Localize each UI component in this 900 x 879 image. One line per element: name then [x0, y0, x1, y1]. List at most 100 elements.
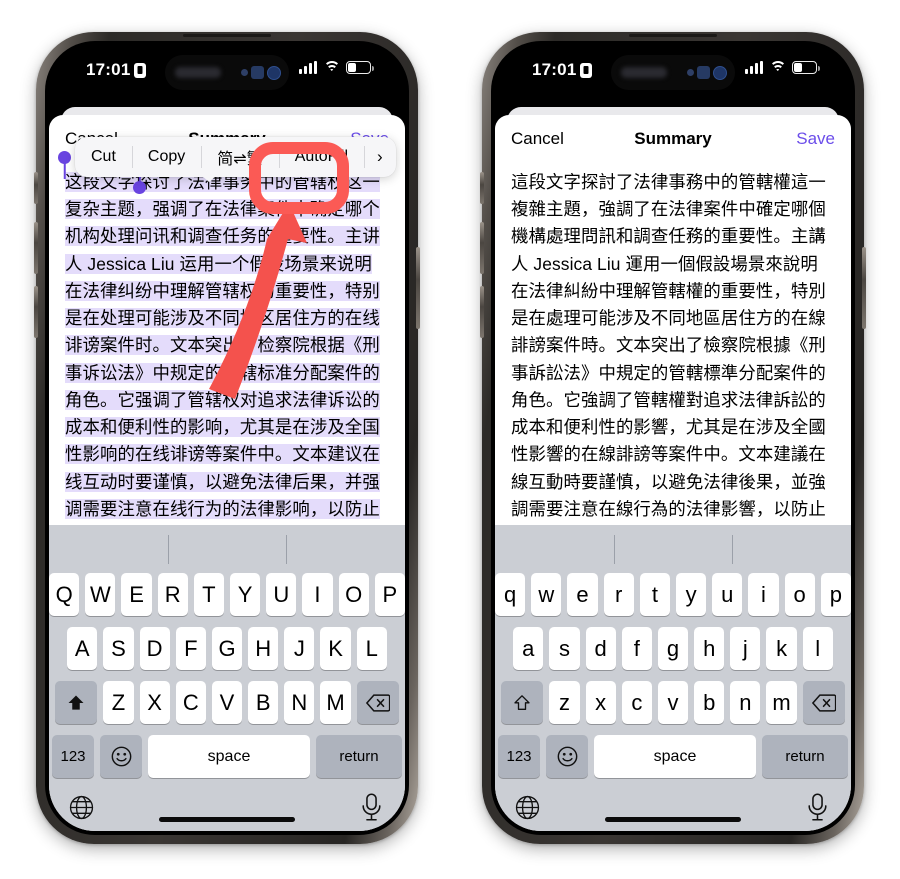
- save-button[interactable]: Save: [796, 129, 835, 149]
- menu-item-autofill[interactable]: AutoFill: [278, 137, 364, 177]
- return-key[interactable]: return: [316, 735, 402, 778]
- return-key[interactable]: return: [762, 735, 848, 778]
- key-m[interactable]: M: [320, 681, 351, 724]
- key-p[interactable]: P: [374, 573, 405, 616]
- selection-handle-start[interactable]: [58, 151, 71, 164]
- key-d[interactable]: d: [585, 627, 616, 670]
- key-m[interactable]: m: [766, 681, 797, 724]
- key-r[interactable]: r: [603, 573, 634, 616]
- menu-item-simplified-traditional-convert[interactable]: 简⇌繁: [201, 137, 278, 177]
- text-edit-callout-menu[interactable]: Cut Copy 简⇌繁 AutoFill ›: [75, 137, 396, 177]
- action-button[interactable]: [480, 172, 484, 204]
- emoji-key[interactable]: [100, 735, 142, 778]
- key-e[interactable]: E: [121, 573, 152, 616]
- key-k[interactable]: k: [766, 627, 797, 670]
- key-l[interactable]: L: [356, 627, 387, 670]
- key-h[interactable]: h: [694, 627, 725, 670]
- volume-up-button[interactable]: [480, 222, 484, 274]
- dynamic-island[interactable]: [165, 55, 289, 90]
- home-indicator[interactable]: [605, 817, 741, 822]
- menu-more-chevron-icon[interactable]: ›: [364, 137, 396, 177]
- dynamic-island[interactable]: [611, 55, 735, 90]
- key-i[interactable]: i: [748, 573, 779, 616]
- key-u[interactable]: U: [266, 573, 297, 616]
- power-button[interactable]: [862, 247, 866, 329]
- key-c[interactable]: c: [621, 681, 652, 724]
- key-y[interactable]: Y: [230, 573, 261, 616]
- key-t[interactable]: T: [193, 573, 224, 616]
- key-a[interactable]: a: [513, 627, 544, 670]
- key-l[interactable]: l: [802, 627, 833, 670]
- shift-key[interactable]: [501, 681, 544, 724]
- key-f[interactable]: f: [621, 627, 652, 670]
- menu-item-cut[interactable]: Cut: [75, 137, 132, 177]
- space-key[interactable]: space: [148, 735, 310, 778]
- key-n[interactable]: n: [730, 681, 761, 724]
- power-button[interactable]: [416, 247, 420, 329]
- key-x[interactable]: x: [585, 681, 616, 724]
- key-z[interactable]: z: [549, 681, 580, 724]
- key-j[interactable]: j: [730, 627, 761, 670]
- key-i[interactable]: I: [302, 573, 333, 616]
- space-key[interactable]: space: [594, 735, 756, 778]
- screen-record-badge: [134, 62, 147, 78]
- key-q[interactable]: q: [495, 573, 526, 616]
- key-f[interactable]: F: [175, 627, 206, 670]
- key-z[interactable]: Z: [103, 681, 134, 724]
- action-button[interactable]: [34, 172, 38, 204]
- key-o[interactable]: O: [338, 573, 369, 616]
- predictive-divider: [286, 535, 288, 564]
- volume-down-button[interactable]: [34, 286, 38, 338]
- key-s[interactable]: s: [549, 627, 580, 670]
- cancel-button[interactable]: Cancel: [511, 129, 564, 149]
- globe-key[interactable]: [515, 795, 540, 825]
- key-b[interactable]: B: [248, 681, 279, 724]
- key-c[interactable]: C: [175, 681, 206, 724]
- key-t[interactable]: t: [639, 573, 670, 616]
- key-s[interactable]: S: [103, 627, 134, 670]
- left-keyboard[interactable]: QWERTYUIOP ASDFGHJKL ZXCVBNM 123 space r…: [49, 525, 405, 831]
- right-keyboard[interactable]: qwertyuiop asdfghjkl zxcvbnm 123 space r…: [495, 525, 851, 831]
- key-k[interactable]: K: [320, 627, 351, 670]
- backspace-key[interactable]: [802, 681, 845, 724]
- volume-up-button[interactable]: [34, 222, 38, 274]
- shift-filled-icon: [68, 695, 84, 710]
- key-y[interactable]: y: [676, 573, 707, 616]
- right-predictive-bar[interactable]: [495, 525, 851, 573]
- key-j[interactable]: J: [284, 627, 315, 670]
- emoji-key[interactable]: [546, 735, 588, 778]
- key-x[interactable]: X: [139, 681, 170, 724]
- numbers-key[interactable]: 123: [52, 735, 94, 778]
- home-indicator[interactable]: [159, 817, 295, 822]
- backspace-icon: [811, 693, 836, 712]
- key-r[interactable]: R: [157, 573, 188, 616]
- key-p[interactable]: p: [820, 573, 851, 616]
- dictation-key[interactable]: [806, 793, 829, 827]
- key-w[interactable]: w: [531, 573, 562, 616]
- key-a[interactable]: A: [67, 627, 98, 670]
- key-g[interactable]: g: [657, 627, 689, 670]
- volume-down-button[interactable]: [480, 286, 484, 338]
- shift-key[interactable]: [55, 681, 98, 724]
- key-d[interactable]: D: [139, 627, 170, 670]
- key-u[interactable]: u: [712, 573, 743, 616]
- globe-key[interactable]: [69, 795, 94, 825]
- key-g[interactable]: G: [211, 627, 243, 670]
- key-h[interactable]: H: [248, 627, 279, 670]
- key-b[interactable]: b: [694, 681, 725, 724]
- selection-handle-end[interactable]: [133, 181, 146, 194]
- backspace-key[interactable]: [356, 681, 399, 724]
- key-v[interactable]: v: [657, 681, 689, 724]
- key-n[interactable]: N: [284, 681, 315, 724]
- key-v[interactable]: V: [211, 681, 243, 724]
- key-o[interactable]: o: [784, 573, 815, 616]
- globe-icon: [515, 795, 540, 820]
- key-q[interactable]: Q: [49, 573, 80, 616]
- numbers-key[interactable]: 123: [498, 735, 540, 778]
- battery-icon: [346, 61, 374, 74]
- key-e[interactable]: e: [567, 573, 598, 616]
- left-predictive-bar[interactable]: [49, 525, 405, 573]
- dictation-key[interactable]: [360, 793, 383, 827]
- key-w[interactable]: W: [85, 573, 116, 616]
- menu-item-copy[interactable]: Copy: [131, 137, 201, 177]
